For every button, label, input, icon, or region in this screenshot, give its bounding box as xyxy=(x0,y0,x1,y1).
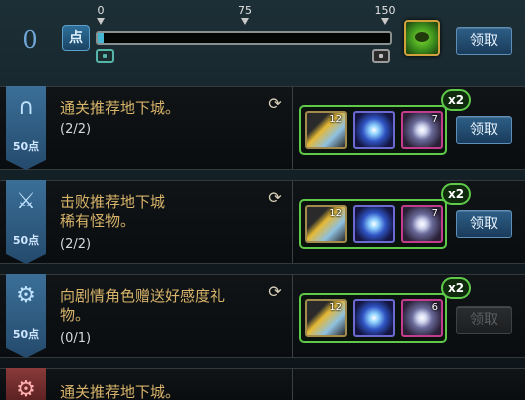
arch-icon: ∩ xyxy=(17,95,35,120)
quest-reward-box: 12 7 xyxy=(299,105,447,155)
blue-orb-item-icon[interactable] xyxy=(353,299,395,337)
gear-icon: ⚙ xyxy=(16,283,36,308)
item-count: 12 xyxy=(329,302,342,313)
quest-points-badge: ⚔ 50点 xyxy=(6,180,46,264)
tick-label-0: 0 xyxy=(97,4,105,17)
points-progress-bar xyxy=(96,31,392,45)
tick-label-75: 75 xyxy=(238,4,252,17)
points-progress-fill xyxy=(98,33,104,43)
milestone-reward-icon[interactable] xyxy=(404,20,440,56)
blue-orb-item-icon[interactable] xyxy=(353,205,395,243)
row-divider xyxy=(292,87,293,169)
quest-progress: (0/1) xyxy=(60,331,92,346)
item-count: 6 xyxy=(431,302,438,313)
quest-points-label: 50点 xyxy=(12,328,40,341)
item-count: 7 xyxy=(431,114,438,125)
quest-points-label: 50点 xyxy=(12,140,40,153)
tick-marker-75 xyxy=(241,18,249,25)
sword-icon: ⚔ xyxy=(16,189,36,214)
pink-orb-item-icon[interactable]: 7 xyxy=(401,205,443,243)
claim-quest-button[interactable]: 领取 xyxy=(456,116,512,144)
quest-title-line: 向剧情角色赠送好感度礼 xyxy=(60,287,226,305)
quest-title-line: 击败推荐地下城 xyxy=(60,193,166,211)
quest-points-badge: ⚙ xyxy=(6,368,46,400)
quest-reward-box: 12 7 xyxy=(299,199,447,249)
tick-label-150: 150 xyxy=(374,4,396,17)
item-count: 7 xyxy=(431,208,438,219)
gear-icon: ⚙ xyxy=(16,377,36,400)
quest-title: 通关推荐地下城。 xyxy=(60,99,260,118)
ticket-item-icon[interactable]: 12 xyxy=(305,205,347,243)
ticket-item-icon[interactable]: 12 xyxy=(305,299,347,337)
quest-points-badge: ∩ 50点 xyxy=(6,86,46,170)
quest-progress: (2/2) xyxy=(60,237,92,252)
quest-title-line: 通关推荐地下城。 xyxy=(60,383,181,400)
item-count: 12 xyxy=(329,208,342,219)
chest-icon-locked[interactable] xyxy=(372,49,390,63)
item-count: 12 xyxy=(329,114,342,125)
quest-title-line: 稀有怪物。 xyxy=(60,212,136,230)
pink-orb-item-icon[interactable]: 6 xyxy=(401,299,443,337)
quest-reward-box: 12 6 xyxy=(299,293,447,343)
quest-row: ⚙ 通关推荐地下城。 xyxy=(0,368,525,400)
quest-title: 击败推荐地下城 稀有怪物。 xyxy=(60,193,260,231)
claim-milestone-button[interactable]: 领取 xyxy=(456,27,512,55)
multiplier-badge: x2 xyxy=(441,277,471,299)
quest-row: ⚔ 50点 击败推荐地下城 稀有怪物。 (2/2) ⟳ 12 7 x2 领取 xyxy=(0,180,525,264)
quest-title-line: 通关推荐地下城。 xyxy=(60,99,181,117)
quest-points-badge: ⚙ 50点 xyxy=(6,274,46,358)
multiplier-badge: x2 xyxy=(441,89,471,111)
quest-title: 通关推荐地下城。 xyxy=(60,383,260,400)
refresh-icon[interactable]: ⟳ xyxy=(266,283,284,301)
refresh-icon[interactable]: ⟳ xyxy=(266,189,284,207)
claim-quest-button[interactable]: 领取 xyxy=(456,210,512,238)
row-divider xyxy=(292,369,293,400)
blue-orb-item-icon[interactable] xyxy=(353,111,395,149)
multiplier-badge: x2 xyxy=(441,183,471,205)
tick-marker-0 xyxy=(97,18,105,25)
quest-title: 向剧情角色赠送好感度礼 物。 xyxy=(60,287,260,325)
row-divider xyxy=(292,181,293,263)
row-divider xyxy=(292,275,293,357)
pink-orb-item-icon[interactable]: 7 xyxy=(401,111,443,149)
quest-row: ∩ 50点 通关推荐地下城。 (2/2) ⟳ 12 7 x2 领取 xyxy=(0,86,525,170)
refresh-icon[interactable]: ⟳ xyxy=(266,95,284,113)
quest-progress: (2/2) xyxy=(60,122,92,137)
points-value: 0 xyxy=(22,26,38,54)
ticket-item-icon[interactable]: 12 xyxy=(305,111,347,149)
tick-marker-150 xyxy=(381,18,389,25)
quest-title-line: 物。 xyxy=(60,306,91,324)
quest-points-label: 50点 xyxy=(12,234,40,247)
points-chip: 点 xyxy=(62,25,90,51)
chest-icon-unlocked[interactable] xyxy=(96,49,114,63)
quest-row: ⚙ 50点 向剧情角色赠送好感度礼 物。 (0/1) ⟳ 12 6 x2 领取 xyxy=(0,274,525,358)
claim-quest-button-disabled[interactable]: 领取 xyxy=(456,306,512,334)
